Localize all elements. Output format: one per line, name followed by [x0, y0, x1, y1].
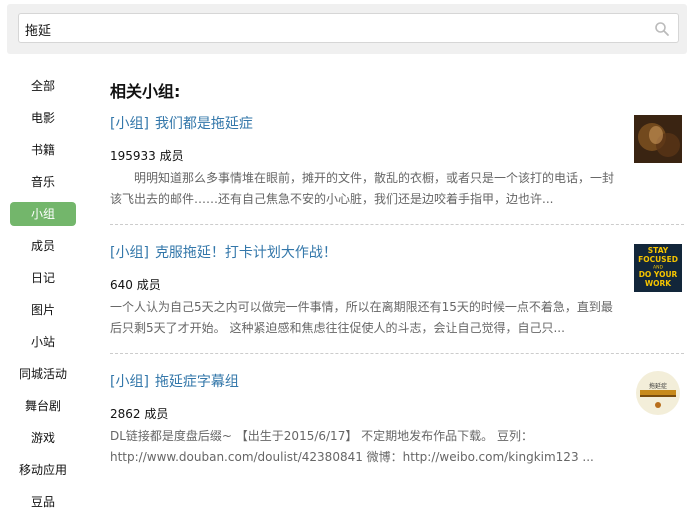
sidebar-item-drama[interactable]: 舞台剧	[10, 394, 76, 418]
sidebar-item-diaries[interactable]: 日记	[10, 266, 76, 290]
group-link[interactable]: 拖延症字幕组	[155, 374, 239, 390]
group-result: [小组] 我们都是拖延症 195933 成员 明明知道那么多事情堆在眼前，摊开的文…	[110, 114, 684, 225]
sidebar-item-sites[interactable]: 小站	[10, 330, 76, 354]
group-description: 一个人认为自己5天之内可以做完一件事情，所以在离期限还有15天的时候一点不着急，…	[110, 300, 613, 335]
group-description: DL链接都是度盘后缀~ 【出生于2015/6/17】 不定期地发布作品下载。 豆…	[110, 429, 594, 464]
search-bar: 拖延	[7, 4, 687, 54]
sidebar-item-all[interactable]: 全部	[10, 74, 76, 98]
thumb-label: 拖延症	[649, 382, 667, 390]
group-type-tag: [小组]	[110, 374, 149, 390]
group-link[interactable]: 克服拖延！打卡计划大作战！	[155, 245, 337, 261]
results-heading: 相关小组:	[110, 82, 181, 101]
member-count: 2862 成员	[110, 407, 169, 421]
category-sidebar: 全部 电影 书籍 音乐 小组 成员 日记 图片 小站 同城活动 舞台剧 游戏 移…	[10, 74, 76, 522]
member-count: 640 成员	[110, 278, 161, 292]
thumb-text-4: DO YOUR	[639, 270, 678, 279]
sidebar-item-music[interactable]: 音乐	[10, 170, 76, 194]
sidebar-item-apps[interactable]: 移动应用	[10, 458, 76, 482]
group-thumbnail[interactable]: 拖延症	[634, 369, 682, 417]
search-icon[interactable]	[654, 21, 670, 37]
thumb-text-2: FOCUSED	[638, 255, 678, 264]
group-title: [小组] 克服拖延！打卡计划大作战！	[110, 243, 620, 263]
group-thumbnail[interactable]	[634, 115, 682, 163]
group-result: [小组] 拖延症字幕组 2862 成员 DL链接都是度盘后缀~ 【出生于2015/…	[110, 369, 684, 476]
search-input[interactable]: 拖延	[18, 13, 679, 43]
results-panel: 相关小组: [小组] 我们都是拖延症 195933 成员 明明知道那么多事情堆在眼…	[110, 80, 684, 476]
group-type-tag: [小组]	[110, 245, 149, 261]
group-type-tag: [小组]	[110, 116, 149, 132]
sidebar-item-events[interactable]: 同城活动	[10, 362, 76, 386]
sidebar-item-books[interactable]: 书籍	[10, 138, 76, 162]
group-title: [小组] 拖延症字幕组	[110, 372, 620, 392]
sidebar-item-products[interactable]: 豆品	[10, 490, 76, 514]
search-query-text: 拖延	[25, 24, 52, 39]
group-description: 明明知道那么多事情堆在眼前，摊开的文件，散乱的衣橱，或者只是一个该打的电话，一封…	[110, 171, 615, 206]
sidebar-item-movies[interactable]: 电影	[10, 106, 76, 130]
group-thumbnail[interactable]: STAY FOCUSED AND DO YOUR WORK	[634, 244, 682, 292]
sidebar-item-groups[interactable]: 小组	[10, 202, 76, 226]
sidebar-item-games[interactable]: 游戏	[10, 426, 76, 450]
sidebar-item-members[interactable]: 成员	[10, 234, 76, 258]
thumb-text-5: WORK	[645, 279, 672, 288]
thumb-text-1: STAY	[648, 246, 669, 255]
group-link[interactable]: 我们都是拖延症	[155, 116, 253, 132]
group-title: [小组] 我们都是拖延症	[110, 114, 620, 134]
sidebar-item-photos[interactable]: 图片	[10, 298, 76, 322]
group-result: [小组] 克服拖延！打卡计划大作战！ 640 成员 一个人认为自己5天之内可以做完…	[110, 243, 684, 354]
member-count: 195933 成员	[110, 149, 184, 163]
